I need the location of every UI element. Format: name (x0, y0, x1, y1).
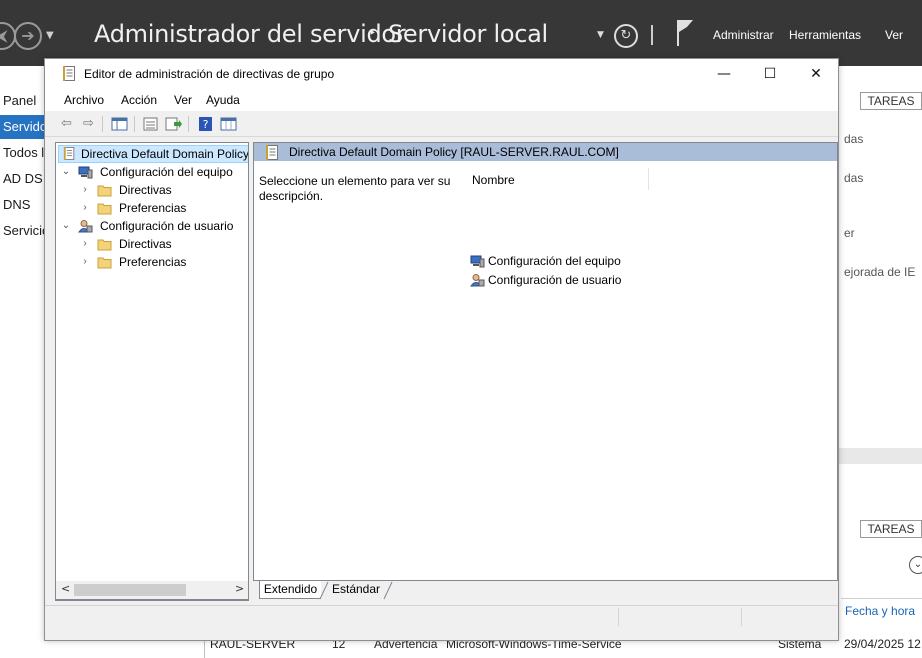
detail-description: Seleccione un elemento para ver su descr… (259, 174, 451, 203)
tab-estandar[interactable]: Estándar (325, 581, 387, 599)
policy-document-icon (266, 145, 278, 160)
notifications-flag-icon[interactable] (676, 20, 694, 46)
collapse-chevron-icon[interactable]: ⌄ (61, 163, 71, 181)
tab-extendido[interactable]: Extendido (259, 581, 321, 599)
breadcrumb-separator-icon: ‣ (369, 26, 377, 40)
folder-icon (97, 239, 112, 251)
server-manager-header: ⮜ ➔ ▼ Administrador del servidor ‣ Servi… (0, 0, 922, 66)
tree-item-label: Preferencias (119, 255, 187, 269)
status-bar (45, 605, 838, 627)
tab-divider (319, 581, 329, 600)
background-text-1: das (844, 132, 864, 146)
app-title: Administrador del servidor (94, 20, 406, 48)
window-titlebar[interactable]: Editor de administración de directivas d… (45, 59, 838, 89)
back-arrow-icon[interactable]: ⇦ (58, 116, 75, 132)
forward-icon[interactable]: ➔ (14, 22, 42, 50)
properties-icon[interactable] (142, 116, 159, 132)
menu-accion[interactable]: Acción (121, 93, 157, 107)
expand-chevron-icon[interactable]: › (80, 199, 90, 217)
detail-pane: Directiva Default Domain Policy [RAUL-SE… (253, 142, 838, 581)
tree-item-label: Directivas (119, 183, 172, 197)
scroll-right-icon[interactable]: > (235, 582, 244, 595)
tree-item-preferencias-equipo[interactable]: › Preferencias (56, 199, 248, 217)
maximize-button[interactable]: ☐ (747, 59, 793, 89)
event-date: 29/04/2025 12 (844, 637, 921, 651)
computer-icon (470, 255, 485, 268)
menu-ayuda[interactable]: Ayuda (206, 93, 240, 107)
detail-title: Directiva Default Domain Policy [RAUL-SE… (289, 145, 619, 159)
tareas-button-top[interactable]: TAREAS (860, 92, 922, 110)
expand-chevron-icon[interactable]: › (80, 181, 90, 199)
expand-chevron-icon[interactable]: › (80, 253, 90, 271)
policy-document-icon (63, 66, 75, 81)
tareas-button-bottom[interactable]: TAREAS (860, 520, 922, 538)
help-icon[interactable]: ? (197, 116, 214, 132)
expand-chevron-icon[interactable]: › (80, 235, 90, 253)
dropdown-icon[interactable]: ▼ (46, 30, 54, 41)
folder-icon (97, 185, 112, 197)
tree-item-default-domain-policy[interactable]: Directiva Default Domain Policy (58, 145, 249, 163)
menu-administrar[interactable]: Administrar (713, 28, 774, 42)
tab-divider (383, 581, 393, 600)
detail-item-label: Configuración del equipo (488, 254, 621, 268)
toolbar-separator (134, 116, 135, 132)
tree-item-label: Preferencias (119, 201, 187, 215)
refresh-dropdown-icon[interactable]: ▼ (597, 30, 604, 40)
toolbar: ⇦ ⇨ ? (45, 111, 838, 137)
tree-item-label: Directiva Default Domain Policy (81, 147, 249, 161)
tree-item-preferencias-usuario[interactable]: › Preferencias (56, 253, 248, 271)
user-icon (470, 274, 485, 287)
tree-pane[interactable]: Directiva Default Domain Policy ⌄ Config… (55, 142, 249, 601)
detail-header: Directiva Default Domain Policy [RAUL-SE… (254, 143, 837, 161)
view-tabs: Extendido Estándar (253, 581, 838, 601)
computer-icon (78, 166, 93, 179)
refresh-icon[interactable]: ↻ (614, 24, 638, 48)
tree-item-label: Configuración del equipo (100, 165, 233, 179)
gp-editor-window: Editor de administración de directivas d… (44, 58, 839, 641)
view-icon[interactable] (220, 116, 237, 132)
scrollbar-thumb[interactable] (74, 584, 186, 596)
toolbar-separator (188, 116, 189, 132)
column-header-label: Nombre (472, 173, 515, 187)
events-header-line (841, 598, 922, 599)
menu-ver[interactable]: Ver (174, 93, 192, 107)
background-text-3: er (844, 226, 855, 240)
tree-item-directivas-equipo[interactable]: › Directivas (56, 181, 248, 199)
background-text-4: ejorada de IE (844, 265, 916, 279)
menu-herramientas[interactable]: Herramientas (789, 28, 861, 42)
folder-icon (97, 257, 112, 269)
user-icon (78, 220, 93, 233)
breadcrumb: Servidor local (388, 20, 548, 48)
tree-item-computer-configuration[interactable]: ⌄ Configuración del equipo (56, 163, 248, 181)
detail-item-label: Configuración de usuario (488, 273, 622, 287)
header-divider (651, 25, 653, 45)
expand-chevron-icon[interactable]: ⌄ (909, 556, 922, 574)
collapse-chevron-icon[interactable]: ⌄ (61, 217, 71, 235)
tree-item-label: Directivas (119, 237, 172, 251)
scroll-left-icon[interactable]: < (61, 582, 70, 595)
section-divider (838, 448, 922, 464)
column-header-nombre[interactable]: Nombre (464, 168, 649, 190)
forward-arrow-icon[interactable]: ⇨ (80, 116, 97, 132)
tree-item-directivas-usuario[interactable]: › Directivas (56, 235, 248, 253)
background-text-2: das (844, 171, 864, 185)
window-title: Editor de administración de directivas d… (84, 67, 335, 81)
export-list-icon[interactable] (165, 116, 182, 132)
minimize-button[interactable]: — (701, 59, 747, 89)
svg-text:?: ? (203, 118, 209, 131)
close-button[interactable]: ✕ (793, 59, 839, 89)
menu-ver[interactable]: Ver (885, 28, 903, 42)
events-column-fecha[interactable]: Fecha y hora (845, 604, 915, 618)
menu-archivo[interactable]: Archivo (64, 93, 104, 107)
toolbar-separator (102, 116, 103, 132)
policy-document-icon (63, 147, 75, 160)
tree-horizontal-scrollbar[interactable]: < > (55, 581, 249, 600)
tree-item-label: Configuración de usuario (100, 219, 234, 233)
show-hide-tree-icon[interactable] (111, 116, 128, 132)
folder-icon (97, 203, 112, 215)
status-pane (741, 608, 836, 626)
tree-item-user-configuration[interactable]: ⌄ Configuración de usuario (56, 217, 248, 235)
menu-bar: Archivo Acción Ver Ayuda (45, 89, 838, 111)
